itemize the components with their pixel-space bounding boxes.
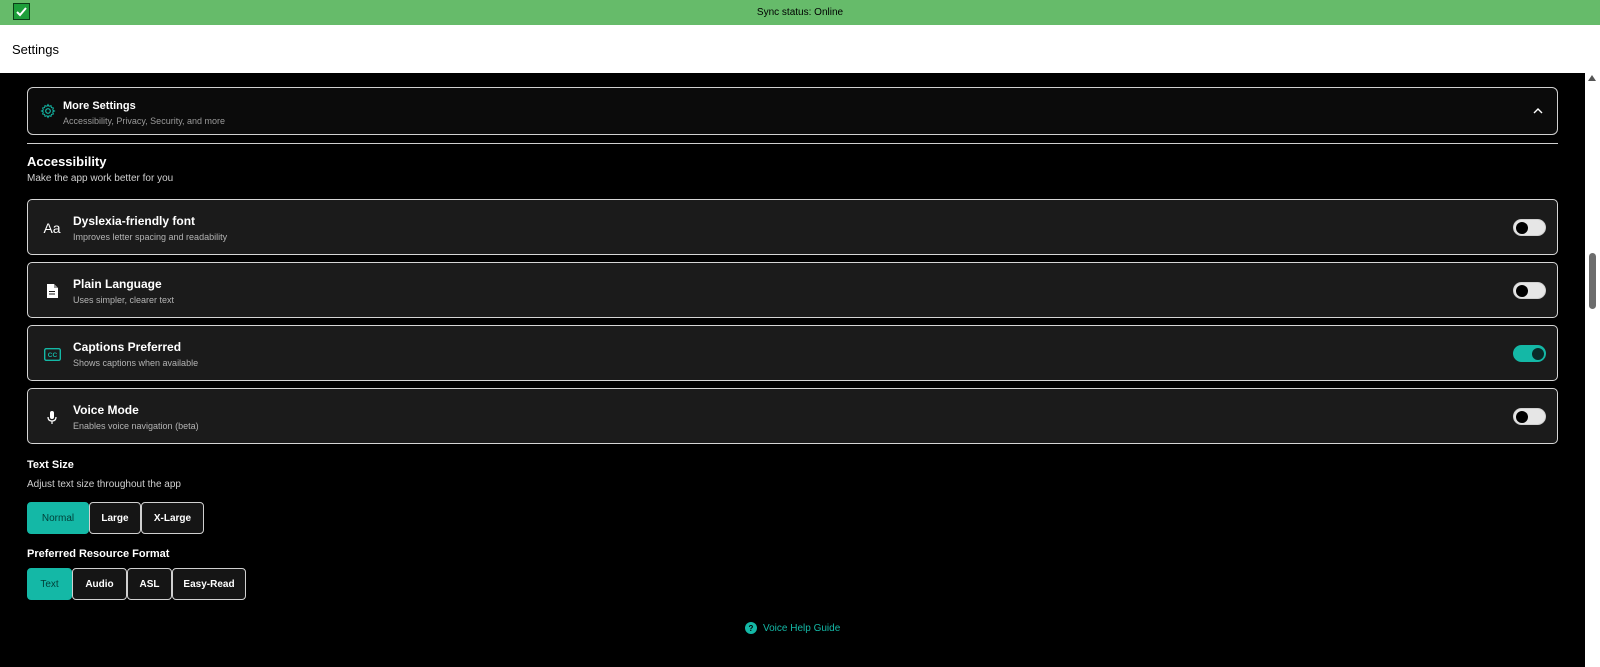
dyslexia-font-toggle[interactable] (1513, 219, 1546, 236)
toggle-knob (1516, 411, 1528, 423)
captions-icon: CC (42, 344, 62, 364)
text-size-large-button[interactable]: Large (89, 502, 141, 534)
accessibility-heading: Accessibility (27, 154, 107, 169)
setting-subtitle: Shows captions when available (73, 358, 199, 368)
sync-status-bar: Sync status: Online (0, 0, 1600, 25)
toggle-knob (1516, 285, 1528, 297)
checkmark-icon (13, 3, 30, 20)
svg-text:CC: CC (47, 352, 57, 359)
text-size-subtitle: Adjust text size throughout the app (27, 479, 181, 490)
captions-toggle[interactable] (1513, 345, 1546, 362)
settings-content: More Settings Accessibility, Privacy, Se… (0, 73, 1585, 667)
help-circle-icon: ? (745, 622, 757, 634)
microphone-icon (42, 407, 62, 427)
setting-title: Voice Mode (73, 403, 139, 417)
scroll-up-arrow-icon[interactable] (1588, 75, 1596, 81)
plain-language-toggle[interactable] (1513, 282, 1546, 299)
chevron-up-icon (1533, 108, 1543, 114)
setting-row-plain-language: Plain Language Uses simpler, clearer tex… (27, 262, 1558, 318)
resource-format-options: Text Audio ASL Easy-Read (27, 568, 327, 600)
scrollbar-thumb[interactable] (1589, 253, 1596, 309)
setting-row-dyslexia-font: Aa Dyslexia-friendly font Improves lette… (27, 199, 1558, 255)
format-text-button[interactable]: Text (27, 568, 72, 600)
format-audio-button[interactable]: Audio (72, 568, 127, 600)
font-icon: Aa (43, 220, 61, 236)
divider (27, 143, 1558, 144)
setting-title: Plain Language (73, 277, 162, 291)
more-settings-title: More Settings (63, 100, 136, 112)
setting-row-voice-mode: Voice Mode Enables voice navigation (bet… (27, 388, 1558, 444)
toggle-knob (1516, 222, 1528, 234)
more-settings-subtitle: Accessibility, Privacy, Security, and mo… (63, 116, 226, 126)
text-size-normal-button[interactable]: Normal (27, 502, 89, 534)
gear-icon (40, 103, 56, 119)
format-easy-read-button[interactable]: Easy-Read (172, 568, 246, 600)
page-title: Settings (12, 41, 59, 57)
more-settings-toggle[interactable]: More Settings Accessibility, Privacy, Se… (27, 87, 1558, 135)
resource-format-heading: Preferred Resource Format (27, 548, 170, 560)
voice-help-label: Voice Help Guide (763, 622, 841, 634)
setting-subtitle: Uses simpler, clearer text (73, 295, 175, 305)
voice-help-link[interactable]: ? Voice Help Guide (745, 622, 840, 634)
text-size-heading: Text Size (27, 459, 74, 471)
text-size-options: Normal Large X-Large (27, 502, 327, 534)
toggle-knob (1532, 348, 1544, 360)
scrollbar[interactable] (1585, 73, 1600, 667)
setting-subtitle: Enables voice navigation (beta) (73, 421, 199, 431)
accessibility-subtitle: Make the app work better for you (27, 173, 174, 184)
document-icon (42, 281, 62, 301)
page-header: Settings (0, 25, 1600, 73)
voice-mode-toggle[interactable] (1513, 408, 1546, 425)
setting-row-captions: CC Captions Preferred Shows captions whe… (27, 325, 1558, 381)
sync-status-text: Sync status: Online (756, 7, 844, 18)
format-asl-button[interactable]: ASL (127, 568, 172, 600)
text-size-xlarge-button[interactable]: X-Large (141, 502, 204, 534)
setting-title: Dyslexia-friendly font (73, 214, 196, 228)
setting-title: Captions Preferred (73, 340, 182, 354)
setting-subtitle: Improves letter spacing and readability (73, 232, 228, 242)
svg-text:?: ? (749, 624, 754, 633)
